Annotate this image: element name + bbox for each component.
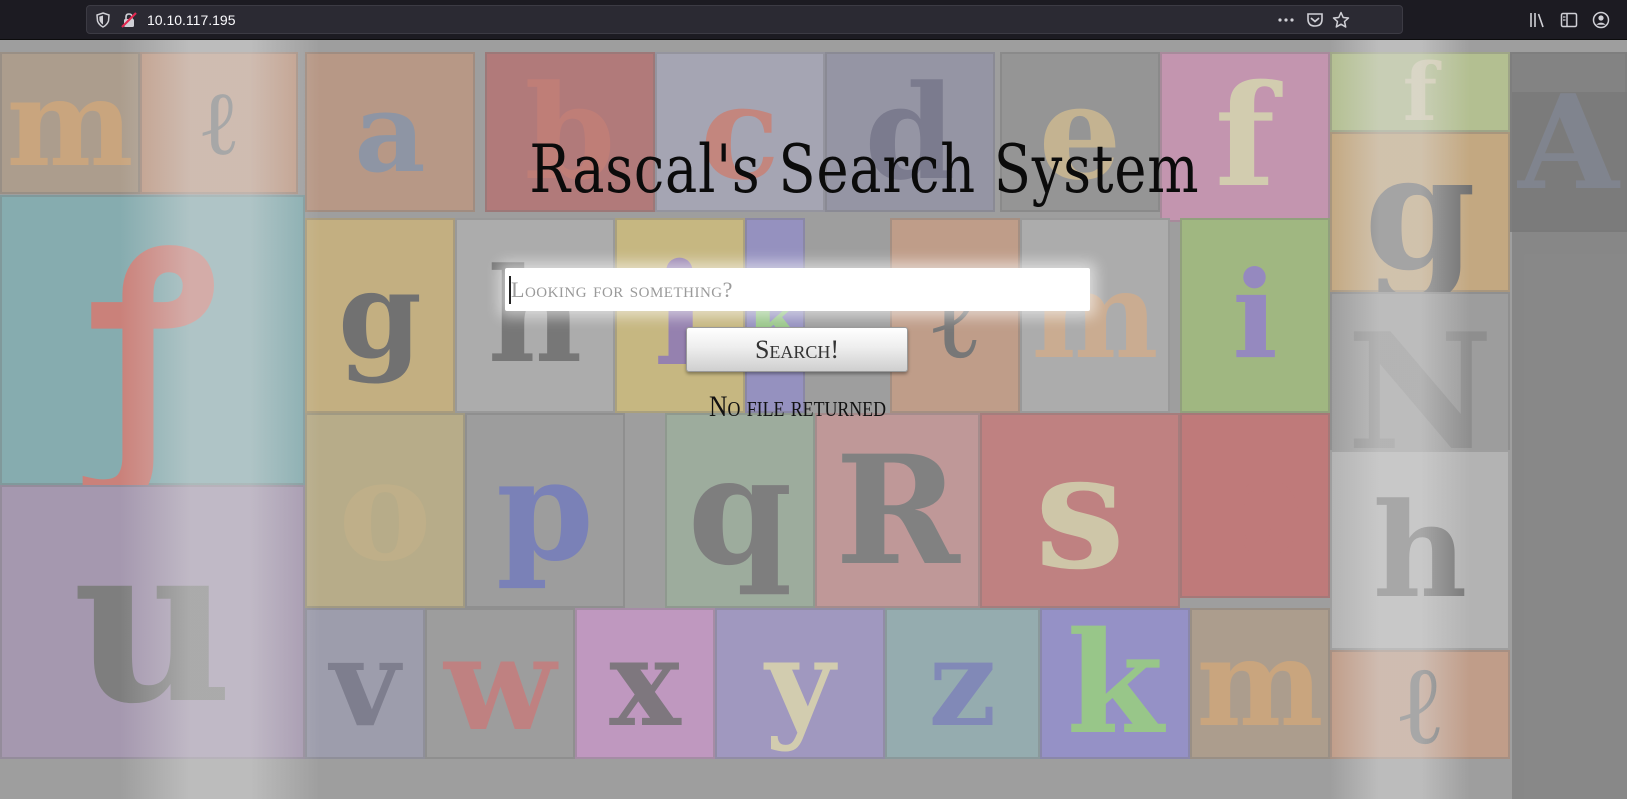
account-icon[interactable] [1592, 11, 1610, 29]
search-result-message: No file returned [709, 390, 886, 423]
address-bar[interactable]: 10.10.117.195 [86, 5, 1403, 34]
insecure-connection-icon[interactable] [121, 12, 137, 28]
background-glow-left [120, 40, 320, 799]
search-button[interactable]: Search! [686, 327, 908, 372]
page-viewport: mℓabcdeffAꝭghikℓmigNopqRsbhuvwxyzkmℓ Ras… [0, 40, 1627, 799]
text-cursor [509, 276, 511, 304]
search-input[interactable] [505, 268, 1090, 311]
browser-toolbar: 10.10.117.195 [0, 0, 1627, 40]
url-text[interactable]: 10.10.117.195 [147, 12, 236, 28]
page-title: Rascal's Search System [529, 131, 1200, 208]
pocket-icon[interactable] [1306, 11, 1324, 29]
library-icon[interactable] [1528, 11, 1546, 29]
bookmark-star-icon[interactable] [1332, 11, 1350, 29]
tracking-protection-icon[interactable] [95, 12, 111, 28]
background-glow-right [1330, 40, 1470, 799]
sidebar-icon[interactable] [1560, 11, 1578, 29]
more-actions-icon[interactable] [1277, 11, 1295, 29]
